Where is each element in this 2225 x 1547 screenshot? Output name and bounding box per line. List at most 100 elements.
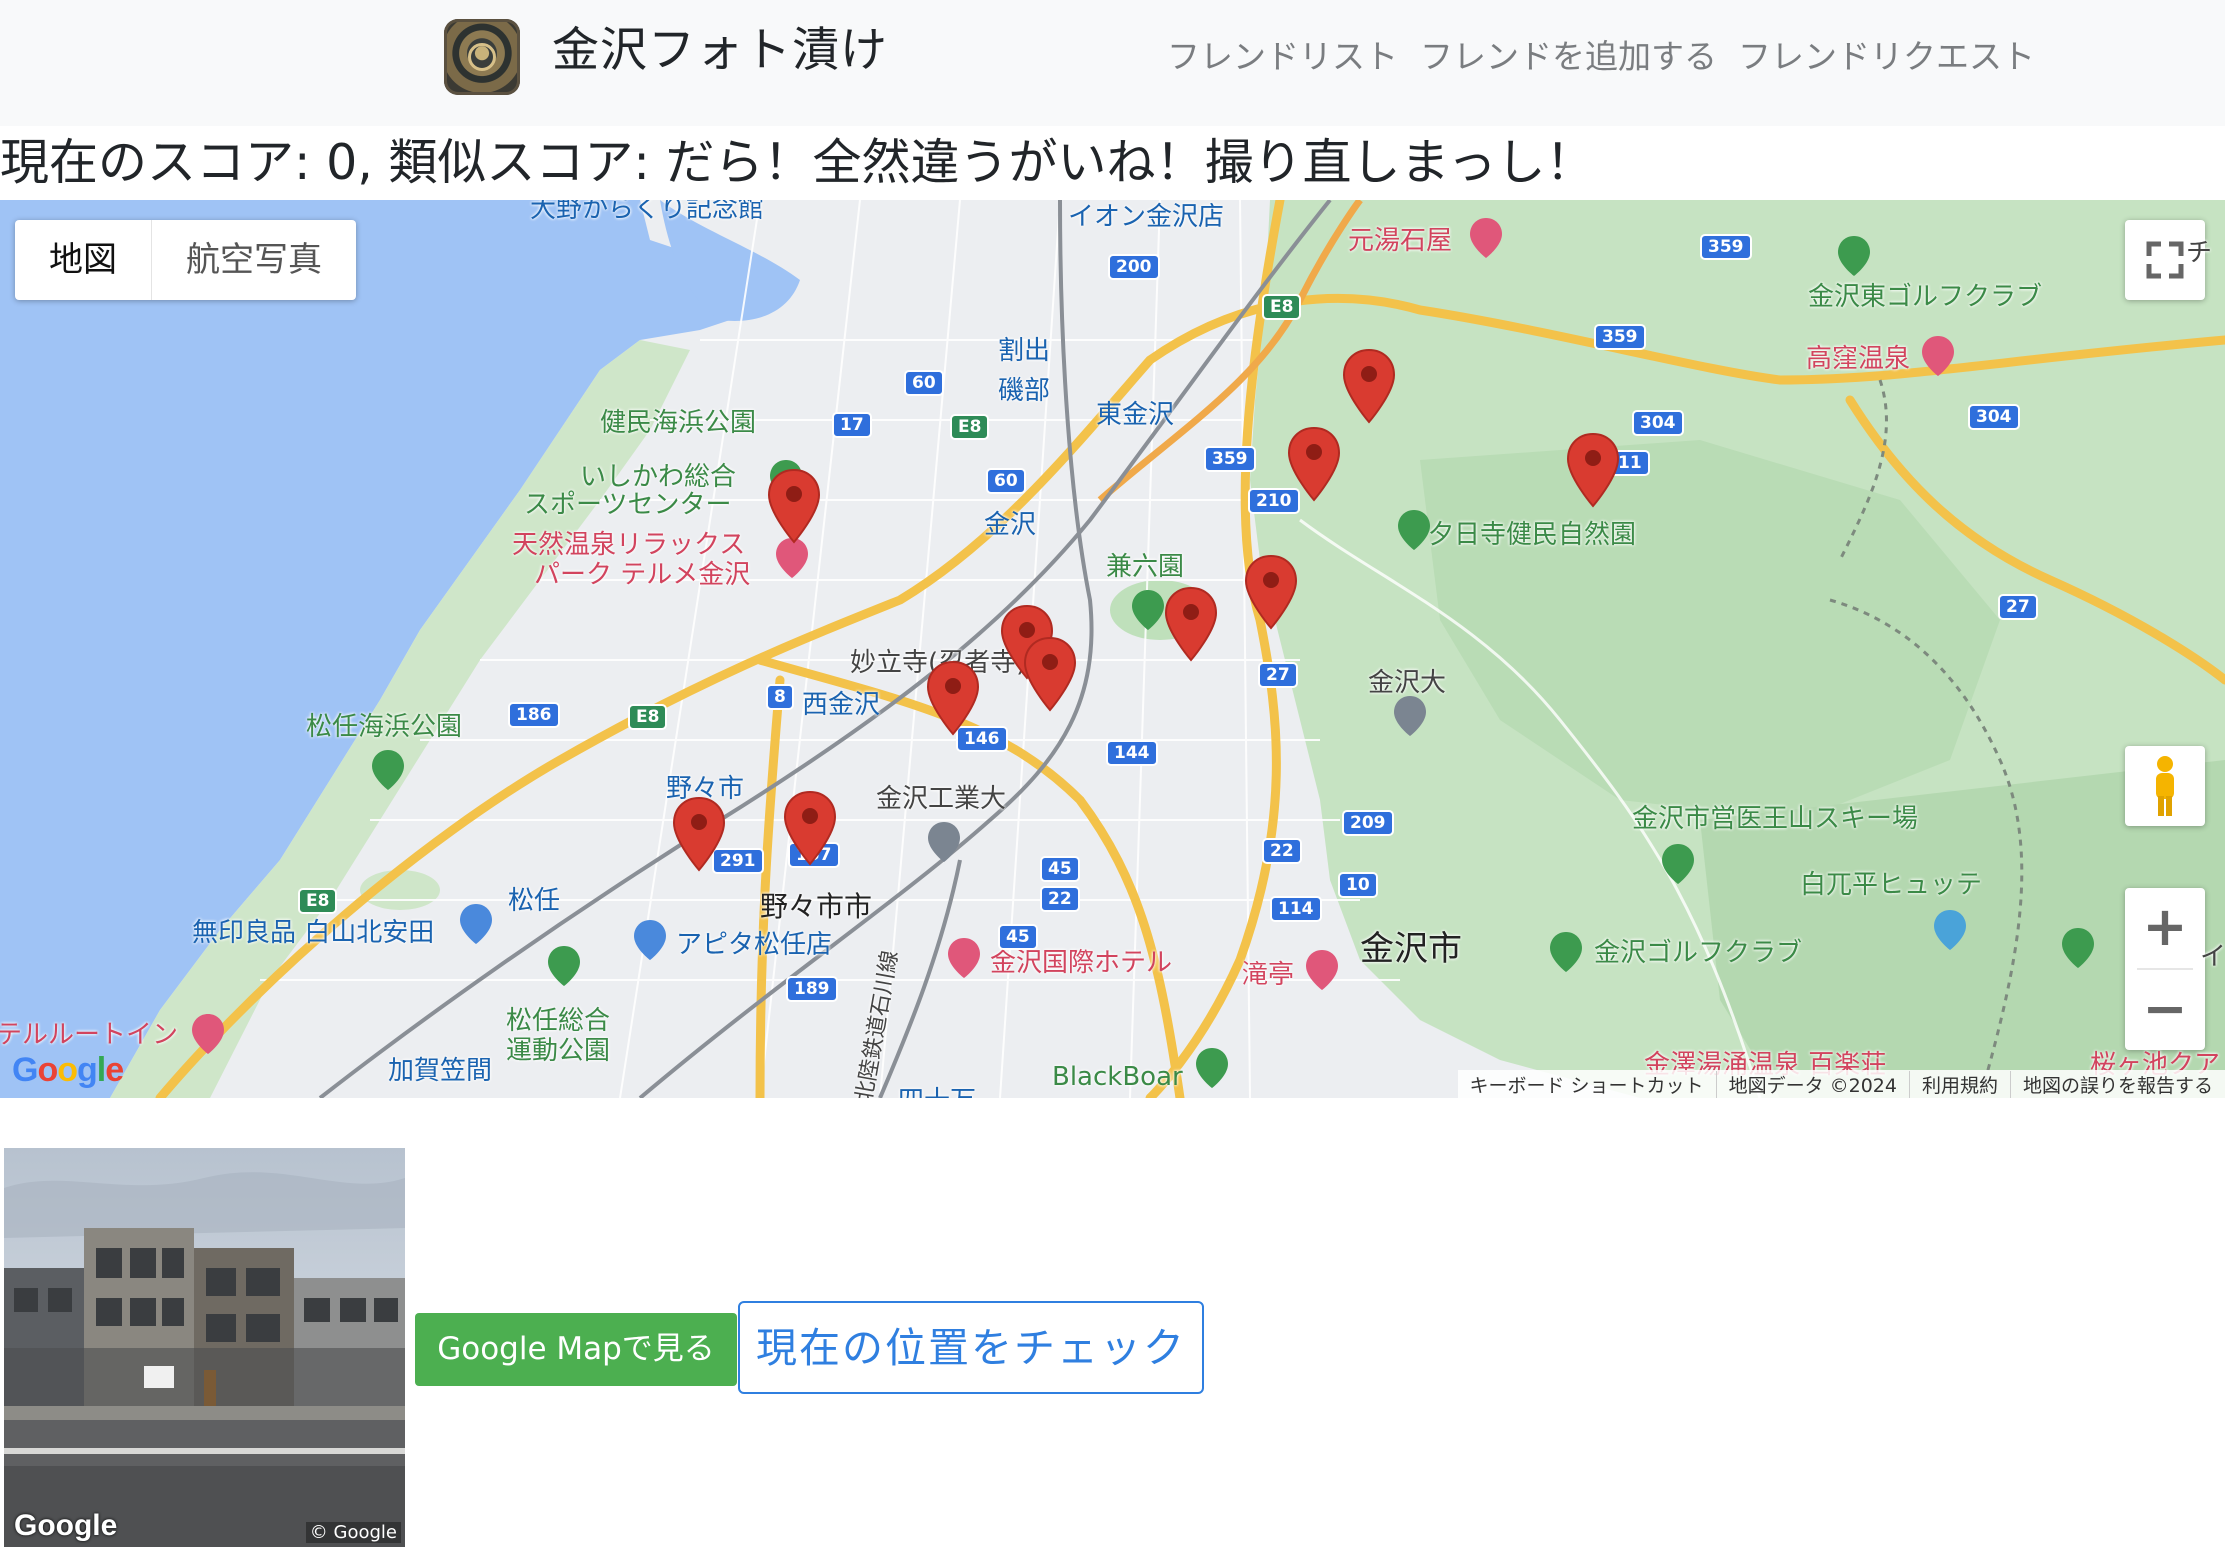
poi-marker-icon[interactable] [1194, 1046, 1230, 1090]
station-yon-jugo[interactable]: 四十万 [898, 1086, 976, 1098]
photo-copyright: © Google [305, 1522, 401, 1543]
ski-marker-icon[interactable] [1660, 842, 1696, 886]
route-shield: 144 [1106, 740, 1158, 766]
check-location-button[interactable]: 現在の位置をチェック [738, 1301, 1204, 1394]
poi-kanazawa-golf[interactable]: 金沢ゴルフクラブ [1594, 938, 1802, 968]
city-kanazawa[interactable]: 金沢市 [1360, 932, 1462, 966]
route-shield: 60 [986, 468, 1026, 494]
zoom-out-button[interactable]: − [2125, 970, 2205, 1050]
view-google-map-button[interactable]: Google Mapで見る [415, 1313, 737, 1386]
route-shield: 304 [1968, 404, 2020, 430]
poi-kenrokuen[interactable]: 兼六園 [1106, 552, 1184, 582]
app-logo[interactable] [444, 19, 520, 95]
poi-kokusai-hotel[interactable]: 金沢国際ホテル [990, 948, 1172, 978]
report-error-link[interactable]: 地図の誤りを報告する [2009, 1070, 2225, 1098]
poi-shirahage[interactable]: 白兀平ヒュッテ [1800, 870, 1982, 900]
city-nonoichi[interactable]: 野々市市 [760, 892, 872, 922]
route-shield: E8 [628, 704, 668, 730]
poi-sports-center-line2[interactable]: スポーツセンター [524, 490, 731, 520]
street-view-image [4, 1148, 405, 1547]
poi-kenmin-park[interactable]: 健民海浜公園 [600, 408, 756, 438]
street-view-pegman[interactable] [2125, 746, 2205, 826]
station-higashi-kanazawa[interactable]: 東金沢 [1096, 400, 1174, 430]
poi-yuhidera[interactable]: 夕日寺健民自然園 [1428, 520, 1636, 550]
poi-marker-icon[interactable] [2060, 926, 2096, 970]
station-nishi-kanazawa[interactable]: 西金沢 [802, 690, 880, 720]
photo-location-pin[interactable] [926, 660, 980, 736]
photo-location-pin[interactable] [1566, 432, 1620, 508]
school-marker-icon[interactable] [1392, 694, 1428, 738]
golf-marker-icon[interactable] [1836, 234, 1872, 278]
route-shield: 60 [904, 370, 944, 396]
kenrokuen-marker-icon[interactable] [1130, 588, 1166, 632]
poi-iouzen[interactable]: 金沢市営医王山スキー場 [1632, 804, 1918, 834]
app-title[interactable]: 金沢フォト漬け [552, 18, 888, 84]
photo-location-pin[interactable] [1287, 426, 1341, 502]
route-shield: 200 [1108, 254, 1160, 280]
station-matto[interactable]: 松任 [508, 886, 560, 916]
photo-location-pin[interactable] [1342, 348, 1396, 424]
poi-higashi-golf[interactable]: 金沢東ゴルフクラブ [1808, 282, 2042, 312]
photo-location-pin[interactable] [783, 790, 837, 866]
shop-marker-icon[interactable] [632, 918, 668, 962]
map-type-satellite-button[interactable]: 航空写真 [151, 220, 356, 300]
photo-location-pin[interactable] [1164, 586, 1218, 662]
park-marker-icon[interactable] [1396, 508, 1432, 552]
map-type-map-button[interactable]: 地図 [15, 220, 151, 300]
poi-muji[interactable]: 無印良品 白山北安田 [192, 918, 434, 948]
route-shield: 8 [766, 684, 794, 710]
photo-location-pin[interactable] [672, 796, 726, 872]
keyboard-shortcuts-link[interactable]: キーボード ショートカット [1458, 1071, 1716, 1098]
poi-edge-chi[interactable]: チ [2186, 238, 2212, 268]
route-shield: 45 [998, 924, 1038, 950]
pegman-icon [2156, 756, 2174, 816]
nav-add-friend[interactable]: フレンドを追加する [1420, 32, 1717, 82]
poi-takitei[interactable]: 滝亭 [1242, 960, 1294, 990]
street-view-photo[interactable]: Google © Google [4, 1148, 405, 1547]
park-marker-icon[interactable] [546, 944, 582, 988]
photo-location-pin[interactable] [767, 468, 821, 544]
poi-terme-line2[interactable]: パーク テルメ金沢 [534, 560, 750, 590]
hut-marker-icon[interactable] [1932, 908, 1968, 952]
hotel-marker-icon[interactable] [1304, 948, 1340, 992]
poi-sports-center-line1[interactable]: いしかわ総合 [580, 462, 736, 492]
poi-matto-beach[interactable]: 松任海浜公園 [306, 712, 462, 742]
map-type-control: 地図 航空写真 [15, 220, 356, 300]
score-text: 現在のスコア: 0, 類似スコア: だら！全然違うがいね！撮り直しまっし！ [0, 134, 1595, 191]
map[interactable]: 地図 航空写真 + − 大野からくり記念館 イオン金沢店 元湯石屋 金沢東ゴルフ… [0, 200, 2225, 1098]
route-shield: E8 [950, 414, 990, 440]
hotel-marker-icon[interactable] [190, 1012, 226, 1056]
poi-takakubo[interactable]: 高窪温泉 [1806, 344, 1910, 374]
station-kaga-kasama[interactable]: 加賀笠間 [388, 1056, 492, 1086]
poi-motoyu[interactable]: 元湯石屋 [1348, 226, 1452, 256]
zoom-control: + − [2125, 888, 2205, 1050]
hotel-marker-icon[interactable] [1920, 334, 1956, 378]
poi-matto-sogo-line2[interactable]: 運動公園 [506, 1036, 610, 1066]
navbar: 金沢フォト漬け フレンドリスト フレンドを追加する フレンドリクエスト [0, 0, 2225, 126]
poi-apita[interactable]: アピタ松任店 [676, 930, 832, 960]
poi-terme-line1[interactable]: 天然温泉リラックス [512, 530, 745, 560]
poi-blackboar[interactable]: BlackBoar [1052, 1062, 1183, 1092]
poi-matto-sogo-line1[interactable]: 松任総合 [506, 1006, 610, 1036]
poi-aeon[interactable]: イオン金沢店 [1068, 202, 1224, 232]
station-kanazawa[interactable]: 金沢 [984, 510, 1036, 540]
photo-location-pin[interactable] [1023, 636, 1077, 712]
zoom-in-button[interactable]: + [2125, 888, 2205, 968]
poi-ono[interactable]: 大野からくり記念館 [530, 200, 764, 224]
station-warude[interactable]: 割出 [998, 336, 1050, 366]
golf-marker-icon[interactable] [1548, 930, 1584, 974]
hotel-marker-icon[interactable] [1468, 216, 1504, 260]
poi-edge-i[interactable]: イ [2200, 942, 2225, 972]
shop-marker-icon[interactable] [458, 902, 494, 946]
nav-friend-list[interactable]: フレンドリスト [1167, 32, 1398, 82]
terms-link[interactable]: 利用規約 [1908, 1070, 2010, 1098]
hotel-marker-icon[interactable] [946, 936, 982, 980]
poi-route-inn[interactable]: テルルートイン [0, 1020, 178, 1050]
nav-friend-requests[interactable]: フレンドリクエスト [1738, 32, 2035, 82]
school-marker-icon[interactable] [926, 820, 962, 864]
photo-location-pin[interactable] [1244, 554, 1298, 630]
google-logo[interactable]: Google [12, 1051, 124, 1090]
station-isobe[interactable]: 磯部 [998, 376, 1050, 406]
poi-kit[interactable]: 金沢工業大 [876, 784, 1006, 814]
park-marker-icon[interactable] [370, 748, 406, 792]
